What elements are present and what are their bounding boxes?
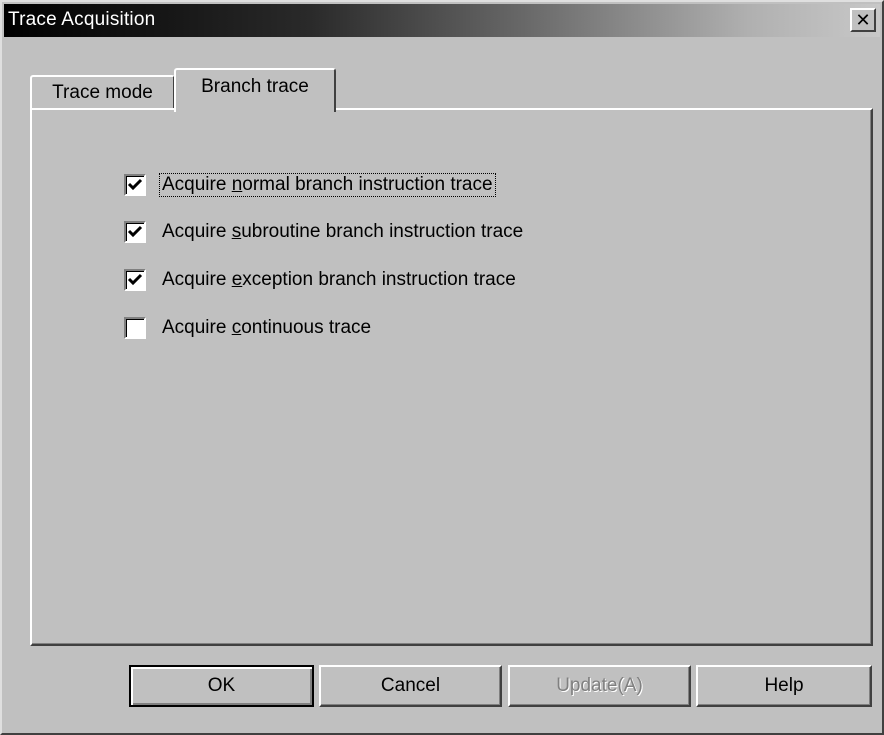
tab-label: Branch trace xyxy=(201,76,309,97)
tab-label: Trace mode xyxy=(52,82,153,103)
window-title: Trace Acquisition xyxy=(8,9,156,30)
checkmark-icon xyxy=(127,178,143,191)
checkmark-icon xyxy=(127,225,143,238)
title-bar: Trace Acquisition ✕ xyxy=(4,4,880,37)
continuous-trace-label: Acquire continuous trace xyxy=(162,317,372,338)
subroutine-branch-checkbox-row[interactable]: Acquire subroutine branch instruction tr… xyxy=(124,218,525,246)
exception-branch-checkbox-row[interactable]: Acquire exception branch instruction tra… xyxy=(124,266,518,294)
subroutine-branch-label: Acquire subroutine branch instruction tr… xyxy=(162,221,524,242)
exception-branch-checkbox[interactable] xyxy=(124,269,146,291)
trace-acquisition-dialog: Trace Acquisition ✕ Trace mode Branch tr… xyxy=(0,0,884,735)
update-button[interactable]: Update(A) xyxy=(508,665,691,707)
subroutine-branch-checkbox[interactable] xyxy=(124,221,146,243)
exception-branch-label: Acquire exception branch instruction tra… xyxy=(162,269,516,290)
tab-trace-mode[interactable]: Trace mode xyxy=(30,75,175,109)
help-button[interactable]: Help xyxy=(696,665,872,707)
close-button[interactable]: ✕ xyxy=(850,8,876,32)
cancel-button[interactable]: Cancel xyxy=(319,665,502,707)
checkmark-icon xyxy=(127,273,143,286)
normal-branch-checkbox[interactable] xyxy=(124,174,146,196)
normal-branch-checkbox-row[interactable]: Acquire normal branch instruction trace xyxy=(124,171,496,199)
normal-branch-label: Acquire normal branch instruction trace xyxy=(159,173,496,197)
tab-branch-trace[interactable]: Branch trace xyxy=(174,68,336,112)
close-icon: ✕ xyxy=(855,10,871,30)
ok-button[interactable]: OK xyxy=(129,665,314,707)
continuous-trace-checkbox-row[interactable]: Acquire continuous trace xyxy=(124,314,373,342)
continuous-trace-checkbox[interactable] xyxy=(124,317,146,339)
